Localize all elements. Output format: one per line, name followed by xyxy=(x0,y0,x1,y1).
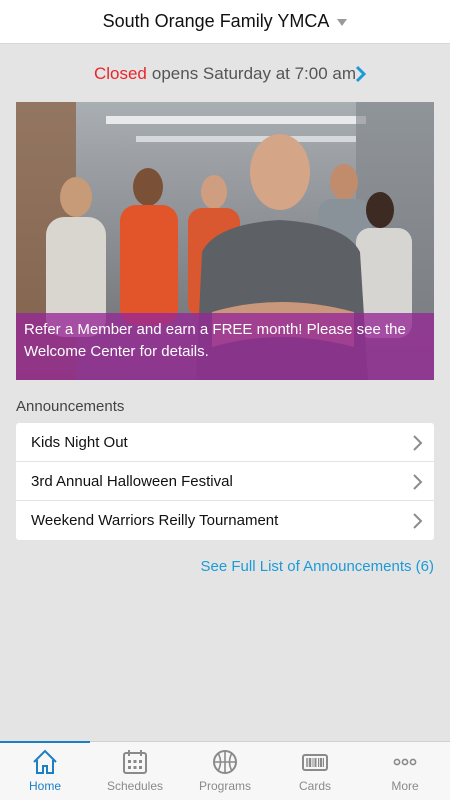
chevron-right-icon xyxy=(355,65,367,83)
tab-programs[interactable]: Programs xyxy=(180,742,270,800)
location-title: South Orange Family YMCA xyxy=(102,11,330,31)
chevron-right-icon xyxy=(413,513,423,529)
announcement-item-halloween-festival[interactable]: 3rd Annual Halloween Festival xyxy=(16,462,434,501)
location-selector[interactable]: South Orange Family YMCA xyxy=(0,0,450,44)
announcement-title: Weekend Warriors Reilly Tournament xyxy=(31,512,279,529)
announcements-list: Kids Night Out 3rd Annual Halloween Fest… xyxy=(16,423,434,540)
tab-label: Cards xyxy=(298,779,331,793)
tab-label: Home xyxy=(28,779,61,793)
ellipsis-icon xyxy=(393,758,417,766)
tab-label: Programs xyxy=(198,779,251,793)
home-icon xyxy=(33,749,57,774)
hours-status[interactable]: Closed opens Saturday at 7:00 am xyxy=(0,56,450,92)
promo-banner[interactable]: Refer a Member and earn a FREE month! Pl… xyxy=(16,102,434,380)
tab-more[interactable]: More xyxy=(360,742,450,800)
status-opens-text: opens Saturday at 7:00 am xyxy=(151,64,357,83)
calendar-icon xyxy=(123,750,147,774)
promo-caption: Refer a Member and earn a FREE month! Pl… xyxy=(16,313,434,380)
chevron-right-icon xyxy=(413,435,423,451)
tab-label: Schedules xyxy=(106,779,164,793)
see-all-announcements-link[interactable]: See Full List of Announcements (6) xyxy=(201,558,434,575)
basketball-icon xyxy=(213,750,237,774)
status-closed-text: Closed xyxy=(93,64,147,83)
barcode-card-icon xyxy=(302,754,328,771)
announcement-item-reilly-tournament[interactable]: Weekend Warriors Reilly Tournament xyxy=(16,501,434,540)
chevron-right-icon xyxy=(413,474,423,490)
dropdown-caret-icon xyxy=(337,19,348,26)
announcement-title: 3rd Annual Halloween Festival xyxy=(31,472,233,490)
announcement-item-kids-night-out[interactable]: Kids Night Out xyxy=(16,423,434,462)
tab-schedules[interactable]: Schedules xyxy=(90,742,180,800)
bottom-tab-bar: Home Schedules Programs Cards More xyxy=(0,741,450,800)
announcement-title: Kids Night Out xyxy=(31,433,128,451)
tab-label: More xyxy=(391,779,419,793)
tab-cards[interactable]: Cards xyxy=(270,742,360,800)
announcements-heading: Announcements xyxy=(16,398,125,415)
tab-home[interactable]: Home xyxy=(0,741,90,800)
